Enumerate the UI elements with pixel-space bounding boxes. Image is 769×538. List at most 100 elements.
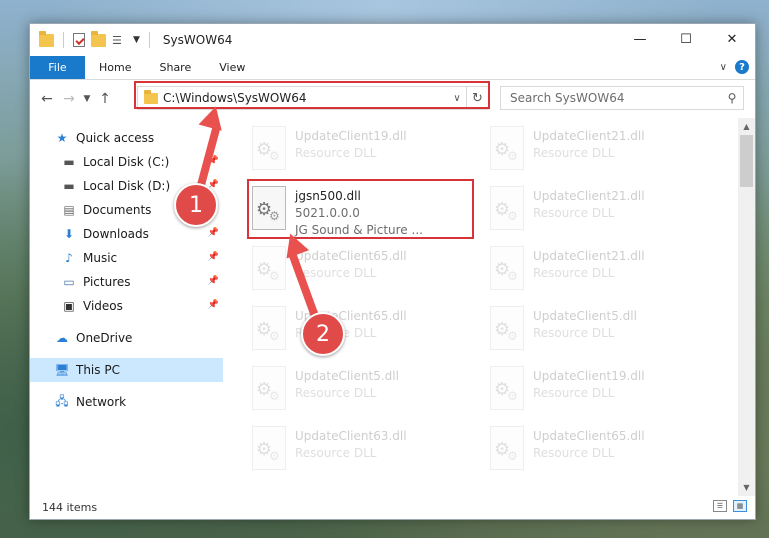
- sidebar-item-label: This PC: [76, 363, 120, 377]
- cloud-icon: ☁: [56, 331, 68, 345]
- search-input[interactable]: [510, 91, 721, 105]
- folder-icon: [39, 30, 54, 47]
- explorer-window: ☰ ▼ SysWOW64 — ☐ ✕ File Home Share View …: [29, 23, 756, 520]
- title-bar: ☰ ▼ SysWOW64 — ☐ ✕: [30, 24, 755, 56]
- refresh-icon[interactable]: ↻: [466, 87, 488, 109]
- file-type: Resource DLL: [533, 386, 615, 400]
- address-bar[interactable]: C:\Windows\SysWOW64 ∨ ↻: [137, 86, 489, 110]
- properties-icon[interactable]: [73, 33, 85, 47]
- help-icon[interactable]: ?: [735, 60, 749, 74]
- chevron-down-icon[interactable]: ▼: [133, 35, 140, 45]
- file-item[interactable]: UpdateClient5.dll Resource DLL: [486, 302, 711, 358]
- toolbar-divider: [148, 32, 150, 48]
- file-item[interactable]: UpdateClient21.dll Resource DLL: [486, 122, 711, 178]
- details-view-icon[interactable]: ☰: [713, 500, 727, 512]
- quick-access-toolbar: ☰ ▼: [30, 30, 153, 48]
- view-buttons: ☰ ▦: [713, 500, 747, 512]
- tab-home[interactable]: Home: [85, 56, 145, 79]
- sidebar-item-label: OneDrive: [76, 331, 133, 345]
- pictures-icon: ▭: [63, 275, 75, 289]
- status-bar: 144 items ☰ ▦: [30, 495, 755, 519]
- file-type: Resource DLL: [533, 266, 615, 280]
- dll-file-icon: [252, 126, 286, 170]
- file-item[interactable]: UpdateClient65.dll Resource DLL: [248, 242, 473, 298]
- tiles-view-icon[interactable]: ▦: [733, 500, 747, 512]
- file-type: Resource DLL: [533, 446, 615, 460]
- sidebar-item-music[interactable]: ♪ Music 📌: [30, 246, 223, 270]
- file-item[interactable]: UpdateClient21.dll Resource DLL: [486, 242, 711, 298]
- file-item[interactable]: UpdateClient5.dll Resource DLL: [248, 362, 473, 418]
- file-item[interactable]: UpdateClient19.dll Resource DLL: [486, 362, 711, 418]
- sidebar-item-label: Pictures: [83, 275, 131, 289]
- expand-ribbon-icon[interactable]: ∨: [720, 62, 727, 73]
- pin-icon[interactable]: 📌: [208, 300, 219, 310]
- pin-icon[interactable]: 📌: [208, 276, 219, 286]
- file-list: UpdateClient19.dll Resource DLL jgsn500.…: [248, 118, 738, 496]
- file-name: UpdateClient5.dll: [295, 369, 399, 383]
- recent-locations-icon[interactable]: ▼: [80, 94, 94, 104]
- step-badge-1: 1: [174, 183, 218, 227]
- sidebar-item-network[interactable]: 🖧 Network: [30, 390, 223, 414]
- sidebar-item-quick-access[interactable]: ★ Quick access: [30, 126, 223, 150]
- maximize-button[interactable]: ☐: [663, 24, 709, 54]
- file-item[interactable]: UpdateClient65.dll Resource DLL: [248, 302, 473, 358]
- file-type: Resource DLL: [533, 146, 615, 160]
- tab-share[interactable]: Share: [145, 56, 205, 79]
- file-item[interactable]: UpdateClient63.dll Resource DLL: [248, 422, 473, 478]
- sidebar-item-pictures[interactable]: ▭ Pictures 📌: [30, 270, 223, 294]
- pin-icon[interactable]: 📌: [208, 252, 219, 262]
- dll-file-icon: [252, 426, 286, 470]
- scrollbar-thumb[interactable]: [740, 135, 753, 187]
- chevron-down-icon[interactable]: ∨: [448, 93, 466, 104]
- sidebar-item-label: Local Disk (C:): [83, 155, 170, 169]
- file-item-selected[interactable]: jgsn500.dll 5021.0.0.0 JG Sound & Pictur…: [248, 182, 473, 238]
- customize-icon[interactable]: ☰: [112, 34, 127, 47]
- dll-file-icon: [252, 246, 286, 290]
- tab-view[interactable]: View: [205, 56, 259, 79]
- file-name: UpdateClient5.dll: [533, 309, 637, 323]
- vertical-scrollbar[interactable]: ▲ ▼: [738, 118, 755, 496]
- sidebar-item-label: Videos: [83, 299, 123, 313]
- forward-arrow-icon[interactable]: →: [58, 91, 80, 107]
- file-name: UpdateClient65.dll: [295, 249, 407, 263]
- sidebar-item-videos[interactable]: ▣ Videos 📌: [30, 294, 223, 318]
- sidebar-item-local-disk-c[interactable]: ▬ Local Disk (C:) 📌: [30, 150, 223, 174]
- sidebar-item-onedrive[interactable]: ☁ OneDrive: [30, 326, 223, 350]
- drive-icon: ▬: [63, 179, 75, 193]
- new-folder-icon[interactable]: [91, 30, 106, 47]
- sidebar-item-label: Documents: [83, 203, 152, 217]
- pin-icon[interactable]: 📌: [208, 228, 219, 238]
- file-type: Resource DLL: [533, 326, 615, 340]
- scroll-down-icon[interactable]: ▼: [738, 479, 755, 496]
- item-count: 144 items: [42, 500, 98, 514]
- file-name: UpdateClient21.dll: [533, 189, 645, 203]
- star-icon: ★: [56, 131, 68, 145]
- search-icon[interactable]: ⚲: [721, 91, 743, 105]
- file-name: UpdateClient65.dll: [533, 429, 645, 443]
- dll-file-icon: [252, 186, 286, 230]
- network-icon: 🖧: [55, 393, 69, 408]
- scroll-up-icon[interactable]: ▲: [738, 118, 755, 135]
- dll-file-icon: [490, 366, 524, 410]
- file-item[interactable]: UpdateClient65.dll Resource DLL: [486, 422, 711, 478]
- downloads-icon: ⬇: [63, 227, 75, 241]
- sidebar-item-label: Music: [83, 251, 118, 265]
- file-name: UpdateClient21.dll: [533, 129, 645, 143]
- back-arrow-icon[interactable]: ←: [36, 91, 58, 107]
- music-icon: ♪: [65, 251, 73, 265]
- window-controls: — ☐ ✕: [617, 24, 755, 54]
- up-arrow-icon[interactable]: ↑: [94, 91, 116, 107]
- file-item[interactable]: UpdateClient21.dll Resource DLL: [486, 182, 711, 238]
- search-box[interactable]: ⚲: [500, 86, 744, 110]
- minimize-button[interactable]: —: [617, 24, 663, 54]
- sidebar-item-this-pc[interactable]: 🖥 This PC: [30, 358, 223, 382]
- file-name: jgsn500.dll: [295, 189, 361, 203]
- videos-icon: ▣: [63, 299, 75, 313]
- tab-file[interactable]: File: [30, 56, 85, 79]
- close-button[interactable]: ✕: [709, 24, 755, 54]
- sidebar-item-label: Network: [76, 395, 127, 409]
- file-name: UpdateClient63.dll: [295, 429, 407, 443]
- file-item[interactable]: UpdateClient19.dll Resource DLL: [248, 122, 473, 178]
- sidebar-item-label: Downloads: [83, 227, 149, 241]
- dll-file-icon: [490, 426, 524, 470]
